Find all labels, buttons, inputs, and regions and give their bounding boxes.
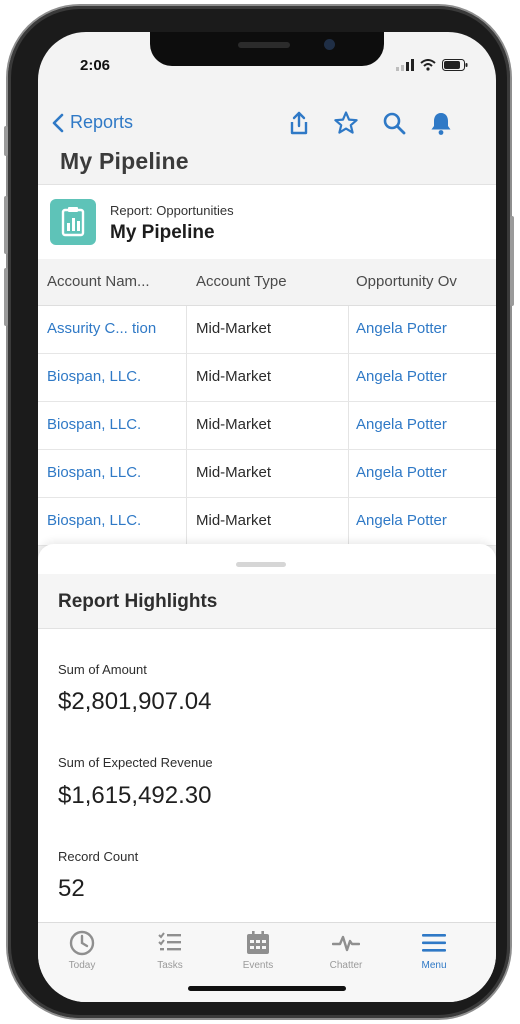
column-divider — [186, 402, 187, 449]
home-indicator[interactable] — [188, 986, 346, 991]
column-divider — [348, 450, 349, 497]
share-icon[interactable] — [286, 110, 312, 136]
column-divider — [186, 354, 187, 401]
account-type-cell: Mid-Market — [196, 464, 272, 481]
power-button — [510, 216, 514, 306]
column-divider — [348, 498, 349, 545]
report-highlights-sheet: Report Highlights Sum of Amount $2,801,9… — [38, 544, 496, 922]
tab-menu[interactable]: Menu — [394, 929, 474, 979]
phone-frame: 2:06 Reports My Pipeline Report: Opportu… — [4, 6, 514, 1018]
report-subtitle: Report: Opportunities — [110, 203, 234, 218]
column-divider — [348, 402, 349, 449]
opportunity-owner-link[interactable]: Angela Potter — [356, 464, 447, 481]
account-name-link[interactable]: Biospan, LLC. — [47, 416, 141, 433]
tab-label: Today — [68, 960, 96, 971]
account-name-link[interactable]: Biospan, LLC. — [47, 368, 141, 385]
tab-today[interactable]: Today — [42, 929, 122, 979]
table-row: Biospan, LLC. Mid-Market Angela Potter — [38, 498, 496, 546]
pulse-icon — [332, 935, 360, 952]
opportunity-owner-link[interactable]: Angela Potter — [356, 416, 447, 433]
report-icon — [50, 199, 96, 245]
report-table: Account Nam... Account Type Opportunity … — [38, 259, 496, 546]
search-icon[interactable] — [381, 110, 407, 136]
column-divider — [186, 450, 187, 497]
metric-value: $2,801,907.04 — [58, 688, 212, 715]
column-divider — [186, 306, 187, 353]
notch — [150, 32, 384, 66]
signal-icon — [396, 59, 414, 71]
calendar-icon — [247, 931, 269, 954]
account-name-link[interactable]: Assurity C... tion — [47, 320, 156, 337]
top-nav: Reports — [38, 98, 496, 148]
table-row: Biospan, LLC. Mid-Market Angela Potter — [38, 450, 496, 498]
tab-label: Menu — [421, 960, 447, 971]
account-name-link[interactable]: Biospan, LLC. — [47, 512, 141, 529]
tab-label: Chatter — [329, 960, 363, 971]
column-header-account-name[interactable]: Account Nam... — [47, 273, 150, 290]
clipboard-chart-icon — [61, 207, 85, 237]
highlights-title: Report Highlights — [58, 591, 218, 612]
metric-label: Sum of Amount — [58, 662, 147, 677]
page-title: My Pipeline — [60, 148, 189, 174]
tab-label: Tasks — [157, 960, 183, 971]
column-header-account-type[interactable]: Account Type — [196, 273, 287, 290]
metric-label: Record Count — [58, 849, 139, 864]
table-row: Biospan, LLC. Mid-Market Angela Potter — [38, 354, 496, 402]
tab-label: Events — [242, 960, 274, 971]
sheet-grabber[interactable] — [236, 562, 286, 567]
column-divider — [348, 354, 349, 401]
tab-chatter[interactable]: Chatter — [306, 929, 386, 979]
chevron-left-icon — [52, 113, 64, 132]
opportunity-owner-link[interactable]: Angela Potter — [356, 320, 447, 337]
bell-icon[interactable] — [428, 110, 454, 136]
account-type-cell: Mid-Market — [196, 512, 272, 529]
metric-value: $1,615,492.30 — [58, 782, 212, 809]
status-icons — [396, 59, 468, 71]
menu-icon — [422, 934, 446, 952]
account-name-link[interactable]: Biospan, LLC. — [47, 464, 141, 481]
phone-screen: 2:06 Reports My Pipeline Report: Opportu… — [38, 32, 496, 1002]
account-type-cell: Mid-Market — [196, 416, 272, 433]
volume-down-button — [4, 268, 8, 326]
mute-switch — [4, 126, 8, 156]
speaker — [238, 42, 290, 48]
report-name: My Pipeline — [110, 222, 215, 243]
column-divider — [186, 498, 187, 545]
table-row: Biospan, LLC. Mid-Market Angela Potter — [38, 402, 496, 450]
tab-tasks[interactable]: Tasks — [130, 929, 210, 979]
column-divider — [348, 306, 349, 353]
front-camera — [324, 39, 335, 50]
tasks-icon — [158, 932, 181, 951]
volume-up-button — [4, 196, 8, 254]
wifi-icon — [420, 59, 436, 71]
battery-icon — [442, 59, 468, 71]
opportunity-owner-link[interactable]: Angela Potter — [356, 512, 447, 529]
tab-events[interactable]: Events — [218, 929, 298, 979]
opportunity-owner-link[interactable]: Angela Potter — [356, 368, 447, 385]
account-type-cell: Mid-Market — [196, 320, 272, 337]
star-icon[interactable] — [333, 110, 359, 136]
back-button[interactable]: Reports — [52, 112, 133, 133]
report-header: Report: Opportunities My Pipeline — [38, 184, 496, 260]
metric-label: Sum of Expected Revenue — [58, 755, 213, 770]
account-type-cell: Mid-Market — [196, 368, 272, 385]
back-label: Reports — [70, 112, 134, 132]
metric-value: 52 — [58, 875, 85, 902]
table-row: Assurity C... tion Mid-Market Angela Pot… — [38, 306, 496, 354]
status-time: 2:06 — [80, 57, 111, 74]
column-header-opportunity-owner[interactable]: Opportunity Ov — [356, 273, 457, 290]
clock-icon — [69, 930, 95, 956]
sheet-header: Report Highlights — [38, 574, 496, 629]
table-header: Account Nam... Account Type Opportunity … — [38, 259, 496, 306]
